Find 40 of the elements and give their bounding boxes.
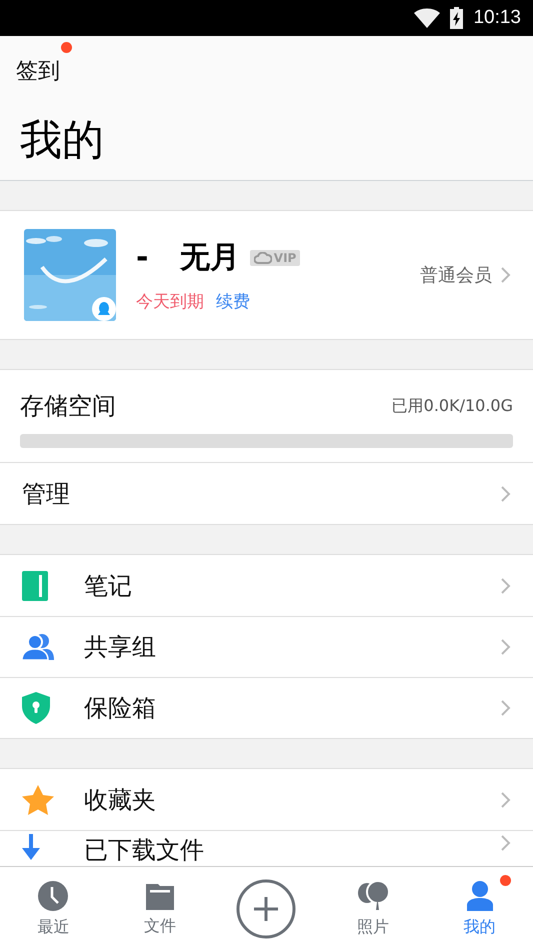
plus-icon — [236, 879, 296, 939]
user-name: - 无月 — [136, 239, 240, 277]
notebook-icon — [22, 570, 48, 600]
manage-row[interactable]: 管理 — [0, 463, 533, 524]
download-arrow-icon — [22, 834, 40, 862]
sign-in-link[interactable]: 签到 — [16, 59, 60, 84]
person-icon — [464, 880, 495, 910]
star-icon — [22, 784, 54, 814]
nav-tab[interactable]: 我的 — [426, 872, 533, 942]
nav-tab[interactable]: 照片 — [320, 872, 426, 942]
menu-row[interactable]: 笔记 — [0, 555, 533, 616]
chevron-icon — [500, 638, 511, 656]
vip-label: VIP — [274, 250, 296, 264]
menu-row[interactable]: 保险箱 — [0, 677, 533, 738]
clock-icon — [38, 880, 68, 910]
clock-time: 10:13 — [473, 7, 521, 29]
menu-row[interactable]: 收藏夹 — [0, 769, 533, 830]
folder-icon — [146, 882, 174, 910]
penguin-icon — [92, 297, 116, 321]
storage-usage: 已用0.0K/10.0G — [392, 396, 513, 416]
balloons-icon — [357, 880, 390, 910]
wifi-icon — [414, 8, 440, 28]
page-title: 我的 — [20, 114, 105, 166]
battery-charging-icon — [450, 7, 464, 29]
menu-row[interactable]: 共享组 — [0, 616, 533, 677]
people-icon — [22, 633, 54, 661]
expiry-notice: 今天到期 — [136, 291, 204, 313]
renew-link[interactable]: 续费 — [216, 290, 250, 313]
chevron-icon — [500, 484, 511, 502]
shield-lock-icon — [22, 692, 50, 724]
chevron-icon — [500, 790, 511, 808]
nav-tab[interactable]: 最近 — [0, 872, 107, 942]
chevron-icon — [500, 576, 511, 594]
chevron-icon — [500, 699, 511, 717]
chevron-icon — [500, 266, 511, 284]
storage-label: 存储空间 — [20, 391, 116, 422]
nav-tab[interactable]: 文件 — [106, 874, 214, 940]
chevron-icon — [500, 834, 511, 852]
membership-link[interactable]: 普通会员 — [420, 263, 511, 287]
cloud-icon — [254, 252, 272, 264]
